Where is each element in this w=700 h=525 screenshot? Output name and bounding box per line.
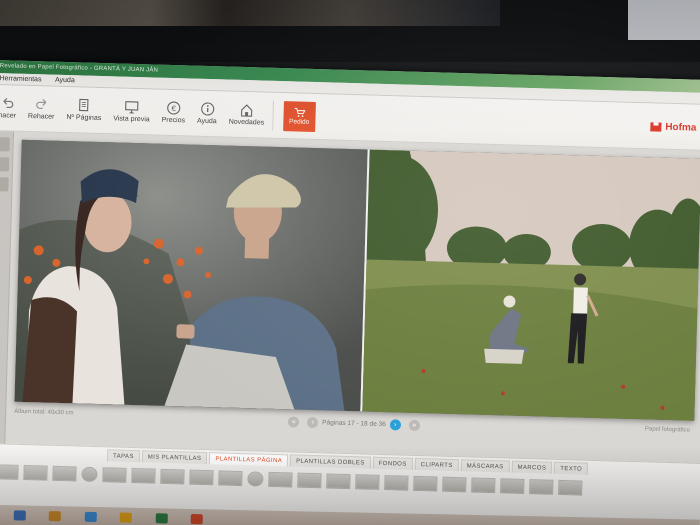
template-thumbnail[interactable] (247, 471, 264, 487)
redo-icon (35, 98, 47, 109)
last-page-button[interactable]: » (408, 419, 420, 431)
left-page-photo[interactable] (14, 139, 368, 412)
undo-button[interactable]: hacer (0, 87, 23, 128)
redo-label: Rehacer (27, 112, 55, 121)
left-tool-panel (0, 130, 15, 444)
house-icon (241, 104, 253, 117)
prices-label: Precios (161, 116, 186, 125)
order-label: Pedido (288, 117, 310, 126)
news-button[interactable]: Novedades (222, 94, 271, 135)
prev-page-button[interactable]: ‹ (307, 416, 319, 428)
template-thumbnail[interactable] (558, 479, 583, 496)
template-thumbnail[interactable] (529, 479, 554, 495)
first-page-button[interactable]: « (288, 415, 300, 428)
tool-handle[interactable] (0, 177, 9, 192)
template-thumbnail[interactable] (52, 465, 77, 482)
template-thumbnail[interactable] (355, 474, 380, 490)
album-spread[interactable] (14, 139, 700, 421)
tab-tapas[interactable]: TAPAS (106, 449, 140, 463)
pages-icon (79, 98, 89, 112)
menu-item-herramientas[interactable]: Herramientas (0, 75, 42, 83)
tab-mis-plantillas[interactable]: MIS PLANTILLAS (141, 450, 208, 465)
news-label: Novedades (228, 118, 265, 127)
album-size-info: Álbum total: 40x30 cm (14, 408, 74, 417)
taskbar-app-icon[interactable] (84, 511, 97, 523)
template-thumbnail[interactable] (218, 470, 243, 487)
template-thumbnail[interactable] (384, 475, 409, 491)
tab-plantillas-pagina[interactable]: PLANTILLAS PÁGINA (209, 452, 289, 467)
tab-marcos[interactable]: MARCOS (511, 460, 553, 474)
brand-mark-icon (650, 122, 662, 132)
template-thumbnail[interactable] (471, 477, 496, 494)
pages-button[interactable]: Nº Páginas (60, 89, 108, 130)
taskbar-app-icon[interactable] (155, 513, 168, 524)
background-window (0, 0, 500, 26)
paper-type-info: Papel fotográfico (644, 426, 691, 434)
tool-handle[interactable] (0, 157, 10, 172)
tab-cliparts[interactable]: CLIPARTS (414, 457, 459, 472)
svg-text:€: € (171, 104, 176, 113)
undo-label: hacer (0, 112, 17, 120)
help-button[interactable]: Ayuda (191, 93, 224, 134)
page-range-label: Páginas 17 - 18 de 36 (322, 418, 386, 428)
taskbar-app-icon[interactable] (190, 514, 204, 525)
template-thumbnail[interactable] (102, 467, 127, 483)
template-thumbnail[interactable] (442, 476, 467, 493)
menu-item-ayuda[interactable]: Ayuda (55, 77, 75, 85)
template-thumbnail[interactable] (23, 464, 48, 481)
right-page-photo[interactable] (362, 149, 700, 421)
taskbar-app-icon[interactable] (120, 512, 133, 523)
monitor-icon (125, 101, 139, 114)
album-workspace: Álbum total: 40x30 cm « ‹ Páginas 17 - 1… (0, 130, 700, 463)
tab-fondos[interactable]: FONDOS (372, 456, 413, 470)
undo-icon (3, 97, 14, 109)
template-thumbnail[interactable] (160, 468, 185, 485)
template-thumbnail[interactable] (189, 469, 214, 486)
toolbar-separator (271, 100, 274, 131)
help-label: Ayuda (196, 117, 217, 126)
template-thumbnail[interactable] (0, 464, 19, 480)
brand-logo: Hofma (650, 121, 697, 134)
proposal-in-field-photo (362, 149, 700, 421)
cart-icon (294, 107, 306, 117)
background-window-right (628, 0, 700, 40)
template-thumbnail[interactable] (81, 466, 98, 483)
taskbar-app-icon[interactable] (49, 511, 62, 522)
template-thumbnail[interactable] (326, 473, 351, 490)
brand-name: Hofma (665, 121, 697, 134)
info-icon (200, 102, 214, 116)
photo-frame: Revelado en Papel Fotográfico - GRANTÁ Y… (0, 0, 700, 525)
euro-icon: € (167, 101, 181, 115)
couple-closeup-photo (14, 139, 368, 412)
template-thumbnail[interactable] (500, 478, 525, 494)
template-thumbnail[interactable] (268, 471, 293, 488)
order-button[interactable]: Pedido (282, 100, 316, 132)
template-thumbnail[interactable] (131, 468, 156, 484)
tab-plantillas-dobles[interactable]: PLANTILLAS DOBLES (290, 454, 371, 469)
template-thumbnail[interactable] (413, 475, 438, 492)
preview-label: Vista previa (113, 115, 150, 124)
tab-mascaras[interactable]: MÁSCARAS (460, 459, 510, 473)
taskbar-app-icon[interactable] (13, 510, 26, 521)
tool-handle[interactable] (0, 137, 10, 152)
album-editor-window: Revelado en Papel Fotográfico - GRANTÁ Y… (0, 60, 700, 525)
prices-button[interactable]: € Precios (155, 92, 191, 133)
tab-texto[interactable]: TEXTO (554, 461, 589, 475)
pages-label: Nº Páginas (66, 114, 102, 123)
template-thumbnail[interactable] (297, 472, 322, 489)
redo-button[interactable]: Rehacer (22, 88, 62, 129)
preview-button[interactable]: Vista previa (107, 91, 157, 132)
next-page-button[interactable]: › (389, 418, 401, 430)
